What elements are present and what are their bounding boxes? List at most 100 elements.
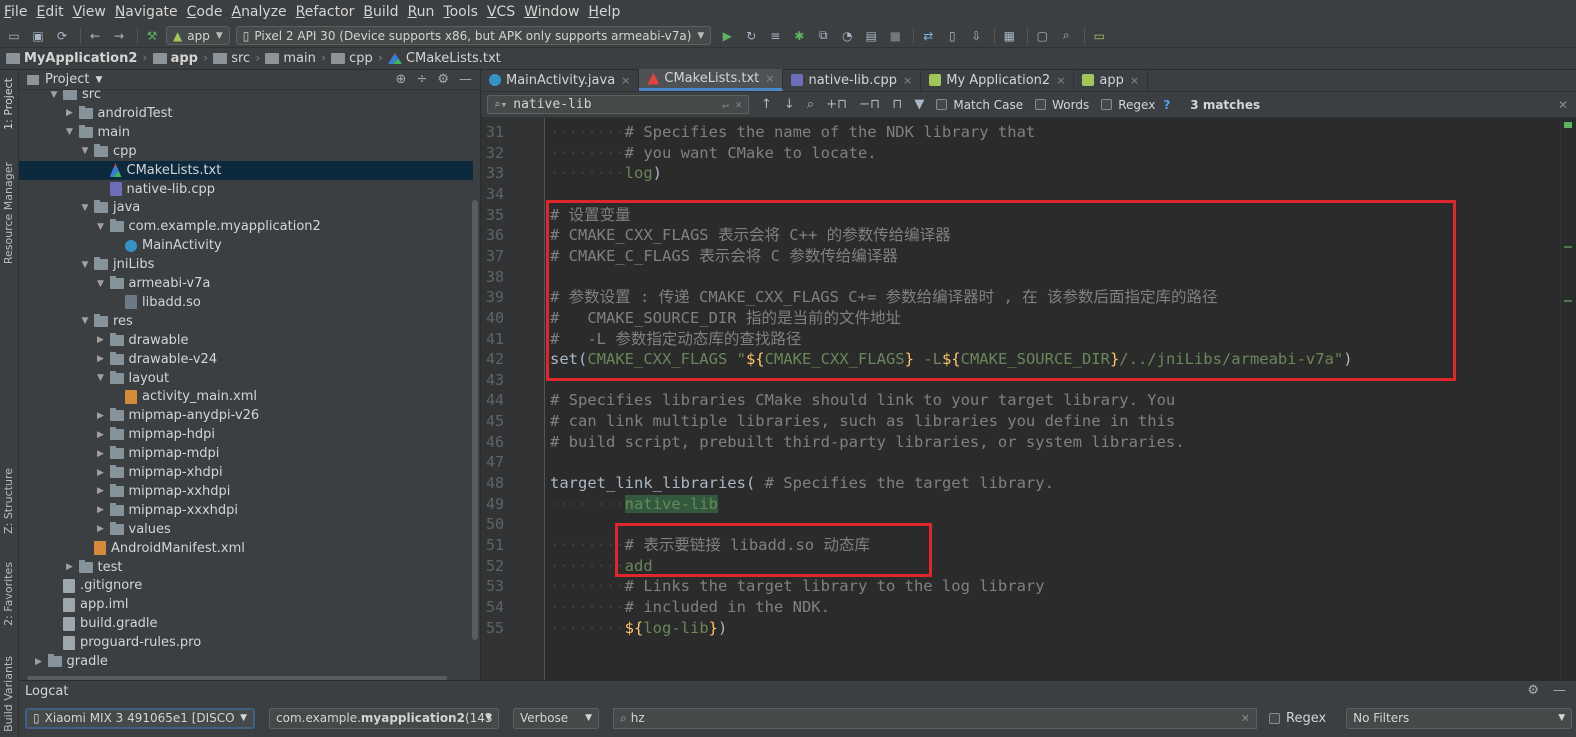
breadcrumb-item[interactable]: MyApplication2 › (6, 51, 153, 66)
tree-toggle-icon[interactable]: ▶ (94, 411, 108, 421)
close-icon[interactable]: × (1130, 74, 1139, 87)
tree-toggle-icon[interactable]: ▶ (94, 505, 108, 515)
attach-debugger-icon[interactable]: ⧉ (813, 26, 833, 46)
tree-node[interactable]: .gitignore (19, 576, 473, 595)
search-icon[interactable]: ⌕ (1056, 26, 1076, 46)
words-checkbox[interactable]: Words (1035, 98, 1089, 112)
tree-toggle-icon[interactable]: ▼ (78, 260, 92, 270)
log-level-select[interactable]: Verbose ▼ (513, 707, 599, 729)
project-structure-icon[interactable]: ▦ (999, 26, 1019, 46)
editor-tab[interactable]: MainActivity.java × (481, 69, 640, 91)
tree-node[interactable]: AndroidManifest.xml (19, 539, 473, 558)
code-editor[interactable]: ········# Specifies the name of the NDK … (546, 118, 1560, 680)
tree-toggle-icon[interactable]: ▶ (94, 354, 108, 364)
tree-node[interactable]: ▼ src (19, 90, 473, 104)
gear-icon[interactable]: ⚙ (1527, 683, 1539, 698)
close-icon[interactable]: × (765, 72, 774, 85)
menu-item-edit[interactable]: Edit (36, 4, 63, 20)
find-input[interactable]: ⌕▾ native-lib ↵ ✕ (487, 95, 749, 114)
close-icon[interactable]: × (903, 74, 912, 87)
menu-item-window[interactable]: Window (524, 4, 579, 20)
minimize-icon[interactable]: — (459, 72, 472, 87)
breadcrumb-item[interactable]: src › (213, 51, 265, 66)
tree-node[interactable]: ▼ armeabi-v7a (19, 274, 473, 293)
close-icon[interactable]: × (621, 74, 630, 87)
next-match-icon[interactable]: ↓ (784, 97, 795, 112)
tree-node[interactable]: ▶ mipmap-xxhdpi (19, 482, 473, 501)
breadcrumb-item[interactable]: app › (152, 51, 214, 66)
side-tab-project[interactable]: 1: Project (2, 78, 15, 130)
tree-node[interactable]: activity_main.xml (19, 387, 473, 406)
side-tab-build-variants[interactable]: Build Variants (2, 656, 15, 732)
breadcrumb-item[interactable]: cpp › (331, 51, 388, 66)
tree-toggle-icon[interactable]: ▼ (94, 373, 108, 383)
tree-node[interactable]: libadd.so (19, 293, 473, 312)
logcat-search-input[interactable]: ⌕ hz ✕ (613, 707, 1257, 729)
tree-node[interactable]: ▼ main (19, 123, 473, 142)
tree-node[interactable]: ▶ mipmap-xhdpi (19, 463, 473, 482)
forward-arrow-icon[interactable]: → (109, 26, 129, 46)
previous-match-icon[interactable]: ↑ (761, 97, 772, 112)
tree-node[interactable]: MainActivity (19, 236, 473, 255)
chevron-down-icon[interactable]: ▼ (95, 75, 102, 85)
menu-item-analyze[interactable]: Analyze (231, 4, 286, 20)
close-icon[interactable]: × (1056, 74, 1065, 87)
hammer-icon[interactable]: ⚒ (142, 26, 162, 46)
tree-node[interactable]: ▶ mipmap-mdpi (19, 444, 473, 463)
menu-item-refactor[interactable]: Refactor (296, 4, 355, 20)
menu-item-code[interactable]: Code (187, 4, 223, 20)
logcat-regex-checkbox[interactable]: Regex (1269, 711, 1326, 726)
filter-icon[interactable]: ▼ (914, 97, 924, 112)
remove-occurrence-icon[interactable]: −⊓ (859, 97, 880, 112)
tree-node[interactable]: proguard-rules.pro (19, 633, 473, 652)
cast-icon[interactable]: ▭ (1089, 26, 1109, 46)
menu-item-run[interactable]: Run (408, 4, 435, 20)
run-icon[interactable]: ▶ (717, 26, 737, 46)
clear-icon[interactable]: ✕ (1241, 712, 1250, 725)
layout-inspector-icon[interactable]: ▢ (1032, 26, 1052, 46)
tree-node[interactable]: ▶ mipmap-xxxhdpi (19, 501, 473, 520)
tree-node[interactable]: app.iml (19, 595, 473, 614)
stop-icon[interactable]: ■ (885, 26, 905, 46)
logcat-filter-config-select[interactable]: No Filters ▼ (1346, 707, 1573, 729)
profile-icon[interactable]: ◔ (837, 26, 857, 46)
match-case-checkbox[interactable]: Match Case (936, 98, 1023, 112)
tree-node[interactable]: build.gradle (19, 614, 473, 633)
side-tab-favorites[interactable]: 2: Favorites (2, 562, 15, 626)
close-icon[interactable]: ✕ (1558, 98, 1568, 112)
tree-toggle-icon[interactable]: ▼ (78, 203, 92, 213)
tree-node[interactable]: ▶ mipmap-hdpi (19, 425, 473, 444)
save-icon[interactable]: ▣ (28, 26, 48, 46)
menu-item-build[interactable]: Build (363, 4, 398, 20)
sdk-manager-icon[interactable]: ⇩ (966, 26, 986, 46)
tree-toggle-icon[interactable]: ▶ (94, 449, 108, 459)
tree-node[interactable]: ▼ cpp (19, 142, 473, 161)
editor-tab[interactable]: app × (1074, 69, 1149, 91)
menu-item-vcs[interactable]: VCS (487, 4, 515, 20)
tree-toggle-icon[interactable]: ▶ (63, 108, 77, 118)
breadcrumb-item[interactable]: CMakeLists.txt (387, 51, 501, 66)
tree-node[interactable]: ▼ com.example.myapplication2 (19, 217, 473, 236)
add-occurrence-icon[interactable]: +⊓ (826, 97, 847, 112)
tree-node[interactable]: ▶ gradle (19, 652, 473, 671)
clear-icon[interactable]: ↵ ✕ (722, 98, 742, 111)
locate-icon[interactable]: ⊕ (396, 72, 407, 87)
project-panel-header[interactable]: Project ▼ ⊕ ÷ ⚙ — (19, 70, 480, 90)
debug-icon[interactable]: ✱ (789, 26, 809, 46)
editor-tab[interactable]: CMakeLists.txt × (639, 69, 784, 91)
select-all-occurrences-icon[interactable]: ⊓ (892, 97, 902, 112)
tree-node[interactable]: ▶ drawable (19, 331, 473, 350)
tree-node[interactable]: ▶ values (19, 520, 473, 539)
tree-node[interactable]: ▼ res (19, 312, 473, 331)
avd-manager-icon[interactable]: ▯ (942, 26, 962, 46)
tree-toggle-icon[interactable]: ▶ (94, 468, 108, 478)
side-tab-structure[interactable]: Z: Structure (2, 468, 15, 534)
device-select[interactable]: ▯ Pixel 2 API 30 (Device supports x86, b… (235, 26, 712, 45)
change-marker[interactable] (1564, 246, 1572, 248)
tree-node[interactable]: ▼ java (19, 198, 473, 217)
back-arrow-icon[interactable]: ← (85, 26, 105, 46)
menu-item-tools[interactable]: Tools (443, 4, 478, 20)
logcat-process-select[interactable]: com.example. myapplication2 (143 ▼ (269, 707, 499, 729)
tree-node[interactable]: ▼ jniLibs (19, 255, 473, 274)
tree-toggle-icon[interactable]: ▶ (94, 486, 108, 496)
